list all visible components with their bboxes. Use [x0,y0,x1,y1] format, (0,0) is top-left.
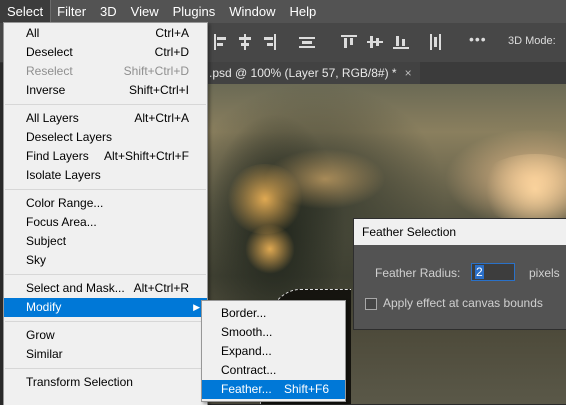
menu-view[interactable]: View [124,0,166,23]
menu-separator [5,104,206,105]
menu-item-smooth[interactable]: Smooth... [202,323,345,342]
feather-radius-input[interactable]: 2 [471,263,515,281]
align-top-edges-icon[interactable] [341,34,357,50]
3d-mode-label: 3D Mode: [508,35,556,47]
menu-item-reselect: Reselect Shift+Ctrl+D [26,64,189,78]
menu-item-find-layers[interactable]: Find Layers Alt+Shift+Ctrl+F [4,147,207,166]
close-icon[interactable]: × [405,66,412,80]
distribute-vertical-icon[interactable] [427,34,443,50]
menu-item-isolate-layers[interactable]: Isolate Layers [4,166,207,185]
menu-item-contract[interactable]: Contract... [202,361,345,380]
menu-separator [5,189,206,190]
menu-help[interactable]: Help [283,0,324,23]
menu-bar: Select Filter 3D View Plugins Window Hel… [0,0,566,24]
align-left-edges-icon[interactable] [213,34,229,50]
align-bottom-edges-icon[interactable] [393,34,409,50]
menu-item-sky[interactable]: Sky [4,251,207,270]
menu-separator [5,368,206,369]
feather-radius-label: Feather Radius: [375,266,461,280]
dialog-title[interactable]: Feather Selection [354,219,566,245]
menu-item-inverse[interactable]: Inverse Shift+Ctrl+I [4,81,207,100]
menu-item-focus-area[interactable]: Focus Area... [4,213,207,232]
menu-3d[interactable]: 3D [93,0,124,23]
menu-select[interactable]: Select [0,0,52,24]
radius-units-label: pixels [529,266,560,280]
align-horizontal-centers-icon[interactable] [237,34,253,50]
menu-plugins[interactable]: Plugins [166,0,223,23]
menu-separator [5,274,206,275]
menu-item-all[interactable]: All Ctrl+A [4,24,207,43]
menu-item-select-and-mask[interactable]: Select and Mask... Alt+Ctrl+R [4,279,207,298]
select-menu: All Ctrl+A Deselect Ctrl+D Reselect Shift+C… [3,22,208,405]
modify-submenu: Border... Smooth... Expand... Contract..… [201,300,346,402]
sky-glow [475,154,566,224]
distribute-horizontal-icon[interactable] [299,34,315,50]
menu-item-feather[interactable]: Feather... Shift+F6 [202,380,345,399]
menu-item-deselect[interactable]: Deselect Ctrl+D [4,43,207,62]
menu-item-deselect-layers[interactable]: Deselect Layers [4,128,207,147]
menu-item-all-layers[interactable]: All Layers Alt+Ctrl+A [4,109,207,128]
menu-item-expand[interactable]: Expand... [202,342,345,361]
document-tab-bar: .psd @ 100% (Layer 57, RGB/8#) * × [205,62,566,84]
align-right-edges-icon[interactable] [261,34,277,50]
menu-item-subject[interactable]: Subject [4,232,207,251]
sunlight-glow [245,224,295,274]
menu-window[interactable]: Window [222,0,282,23]
menu-item-similar[interactable]: Similar [4,345,207,364]
document-tab[interactable]: .psd @ 100% (Layer 57, RGB/8#) * × [205,62,420,84]
menu-item-grow[interactable]: Grow [4,326,207,345]
menu-filter[interactable]: Filter [50,0,93,23]
menu-item-transform-selection[interactable]: Transform Selection [4,373,207,392]
menu-item-border[interactable]: Border... [202,304,345,323]
align-vertical-centers-icon[interactable] [367,34,383,50]
feather-radius-value: 2 [475,265,484,279]
canvas-bounds-checkbox[interactable] [365,298,377,310]
feather-selection-dialog: Feather Selection Feather Radius: 2 pixe… [353,218,566,330]
menu-separator [5,321,206,322]
canvas-bounds-label[interactable]: Apply effect at canvas bounds [383,296,543,310]
menu-item-color-range[interactable]: Color Range... [4,194,207,213]
document-tab-title: .psd @ 100% (Layer 57, RGB/8#) * [209,66,397,80]
menu-item-modify[interactable]: Modify ▶ [4,298,207,317]
submenu-arrow-icon: ▶ [193,302,200,312]
more-options-icon[interactable]: ••• [469,31,487,47]
